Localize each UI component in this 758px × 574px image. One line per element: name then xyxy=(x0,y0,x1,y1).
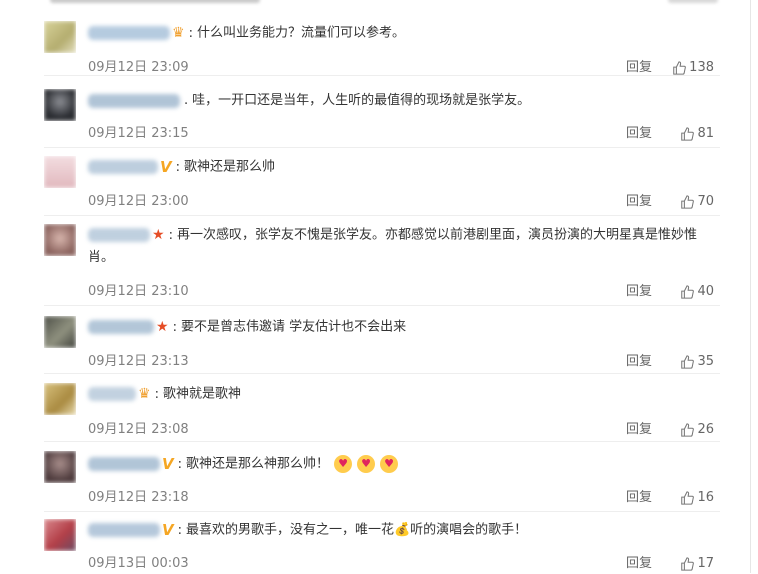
heart-eyes-emoji-icon: ♥ xyxy=(380,455,399,473)
crown-icon: ♛ xyxy=(172,25,185,41)
list-item: ♛: 什么叫业务能力？流量们可以参考。 09月12日 23:09 回复 138 xyxy=(44,14,720,76)
comment-text: 歌神还是那么神那么帅！ xyxy=(186,456,330,472)
comment-meta: 09月12日 23:15 回复 81 xyxy=(44,124,720,144)
username[interactable] xyxy=(88,93,180,108)
comment-meta: 09月13日 00:03 回复 17 xyxy=(44,554,720,574)
comment-meta: 09月12日 23:00 回复 70 xyxy=(44,192,720,212)
thumb-up-icon xyxy=(681,285,695,299)
timestamp: 09月12日 23:15 xyxy=(88,126,189,141)
scroll-edge xyxy=(750,0,751,573)
comment-meta: 09月12日 23:18 回复 16 xyxy=(44,488,720,508)
reply-button[interactable]: 回复 xyxy=(626,124,652,144)
username[interactable] xyxy=(88,228,150,242)
avatar[interactable] xyxy=(44,316,76,348)
reply-button[interactable]: 回复 xyxy=(626,352,652,372)
star-icon: ★ xyxy=(152,227,165,243)
like-count: 81 xyxy=(697,126,714,141)
list-item: ★: 要不是曾志伟邀请 学友估计也不会出来 09月12日 23:13 回复 35 xyxy=(44,312,720,374)
heart-eyes-emoji-icon: ♥ xyxy=(357,455,376,473)
comment-text: 什么叫业务能力？流量们可以参考。 xyxy=(196,25,405,41)
username[interactable] xyxy=(88,320,154,334)
timestamp: 09月13日 00:03 xyxy=(88,556,189,571)
previous-comment-cut xyxy=(0,0,758,6)
like-button[interactable]: 81 xyxy=(680,124,714,144)
like-button[interactable]: 70 xyxy=(680,192,714,212)
like-button[interactable]: 16 xyxy=(680,488,714,508)
list-item: V: 最喜欢的男歌手，没有之一，唯一花💰听的演唱会的歌手！ 09月13日 00:0… xyxy=(44,516,720,574)
comment-meta: 09月12日 23:13 回复 35 xyxy=(44,352,720,372)
like-count: 26 xyxy=(697,422,714,437)
list-item: ♛: 歌神就是歌神 09月12日 23:08 回复 26 xyxy=(44,380,720,442)
comment-text: 要不是曾志伟邀请 学友估计也不会出来 xyxy=(180,319,407,335)
avatar[interactable] xyxy=(44,451,76,483)
thumb-up-icon xyxy=(673,61,687,75)
reply-button[interactable]: 回复 xyxy=(626,554,652,574)
verified-v-icon: V xyxy=(162,521,174,539)
avatar[interactable] xyxy=(44,156,76,188)
reply-button[interactable]: 回复 xyxy=(626,192,652,212)
list-item: V: 歌神还是那么帅 09月12日 23:00 回复 70 xyxy=(44,154,720,216)
username[interactable] xyxy=(88,457,160,471)
like-count: 70 xyxy=(697,194,714,209)
star-icon: ★ xyxy=(156,319,169,335)
timestamp: 09月12日 23:10 xyxy=(88,284,189,299)
list-item: V: 歌神还是那么神那么帅！ ♥ ♥ ♥ 09月12日 23:18 回复 16 xyxy=(44,448,720,512)
like-button[interactable]: 40 xyxy=(680,282,714,302)
thumb-up-icon xyxy=(681,423,695,437)
username[interactable] xyxy=(88,387,136,401)
comment-text: 歌神就是歌神 xyxy=(162,386,241,402)
like-button[interactable]: 26 xyxy=(680,420,714,440)
like-button[interactable]: 17 xyxy=(680,554,714,574)
comment-meta: 09月12日 23:10 回复 40 xyxy=(44,282,720,302)
avatar[interactable] xyxy=(44,224,76,256)
comment-text: 最喜欢的男歌手，没有之一，唯一花💰听的演唱会的歌手！ xyxy=(186,522,528,538)
timestamp: 09月12日 23:08 xyxy=(88,422,189,437)
timestamp: 09月12日 23:00 xyxy=(88,194,189,209)
avatar[interactable] xyxy=(44,383,76,415)
username[interactable] xyxy=(88,523,160,537)
thumb-up-icon xyxy=(681,127,695,141)
username[interactable] xyxy=(88,26,170,40)
like-button[interactable]: 35 xyxy=(680,352,714,372)
reply-button[interactable]: 回复 xyxy=(626,420,652,440)
like-count: 16 xyxy=(697,490,714,505)
thumb-up-icon xyxy=(681,491,695,505)
thumb-up-icon xyxy=(681,557,695,571)
avatar[interactable] xyxy=(44,519,76,551)
reply-button[interactable]: 回复 xyxy=(626,488,652,508)
avatar[interactable] xyxy=(44,21,76,53)
like-count: 17 xyxy=(697,556,714,571)
verified-v-icon: V xyxy=(160,158,172,176)
thumb-up-icon xyxy=(681,355,695,369)
comment-text: 歌神还是那么帅 xyxy=(184,159,276,175)
list-item: . 哇，一开口还是当年，人生听的最值得的现场就是张学友。 09月12日 23:15… xyxy=(44,86,720,148)
comment-text: 再一次感叹，张学友不愧是张学友。亦都感觉以前港剧里面，演员扮演的大明星真是惟妙惟… xyxy=(88,227,697,265)
like-count: 40 xyxy=(697,284,714,299)
username[interactable] xyxy=(88,160,158,174)
thumb-up-icon xyxy=(681,195,695,209)
comment-text: 哇，一开口还是当年，人生听的最值得的现场就是张学友。 xyxy=(192,93,531,108)
verified-v-icon: V xyxy=(162,455,174,473)
like-count: 35 xyxy=(697,354,714,369)
crown-icon: ♛ xyxy=(138,386,151,402)
timestamp: 09月12日 23:18 xyxy=(88,490,189,505)
heart-eyes-emoji-icon: ♥ xyxy=(334,455,353,473)
avatar[interactable] xyxy=(44,89,76,121)
reply-button[interactable]: 回复 xyxy=(626,282,652,302)
timestamp: 09月12日 23:13 xyxy=(88,354,189,369)
list-item: ★: 再一次感叹，张学友不愧是张学友。亦都感觉以前港剧里面，演员扮演的大明星真是惟… xyxy=(44,220,720,306)
comment-meta: 09月12日 23:08 回复 26 xyxy=(44,420,720,440)
